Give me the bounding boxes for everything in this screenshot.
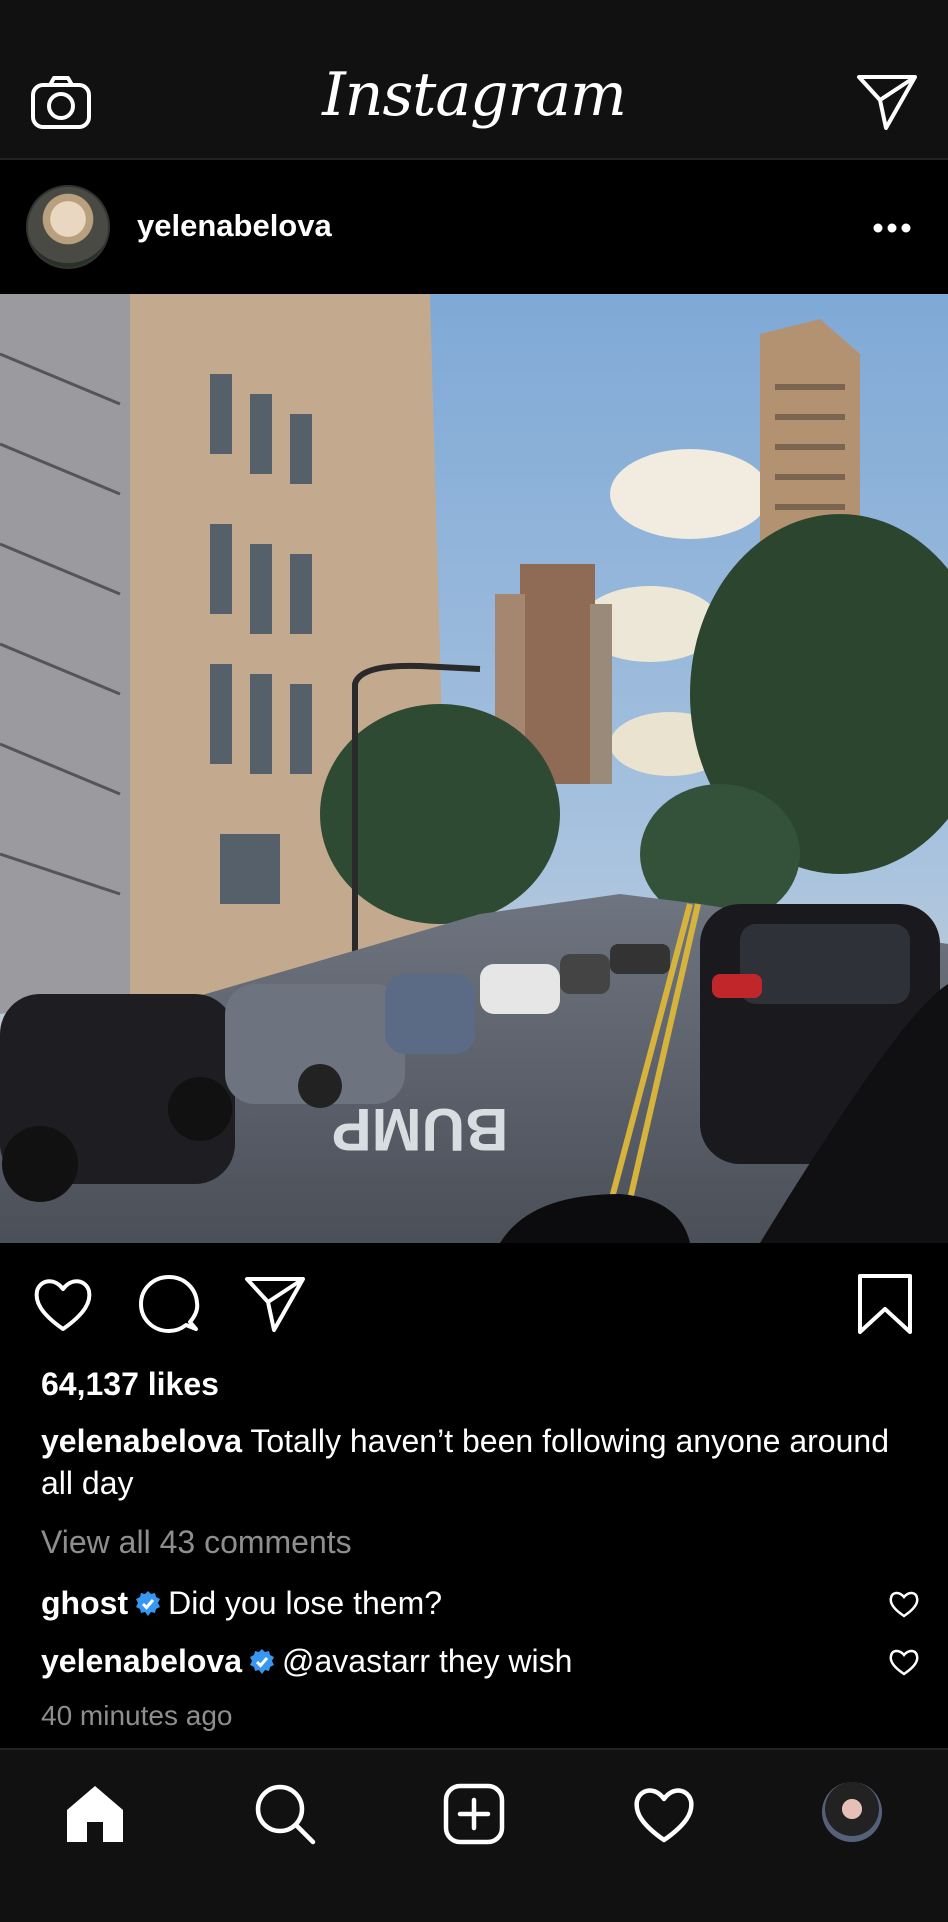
comment-like-heart-icon[interactable] — [888, 1647, 920, 1677]
road-marking: BUMP — [332, 1096, 509, 1163]
comment-username[interactable]: yelenabelova — [41, 1643, 242, 1679]
post-avatar[interactable] — [26, 185, 110, 269]
post-timestamp: 40 minutes ago — [41, 1700, 233, 1731]
home-icon[interactable] — [63, 1782, 127, 1846]
street-scene-image: BUMP — [0, 294, 948, 1243]
comment-like-heart-icon[interactable] — [888, 1589, 920, 1619]
comment-text: Did you lose them? — [168, 1585, 443, 1621]
search-icon[interactable] — [253, 1782, 317, 1846]
comment-row: yelenabelova @avastarr they wish — [41, 1643, 881, 1680]
likes-count[interactable]: 64,137 likes — [41, 1366, 219, 1403]
comment-username[interactable]: ghost — [41, 1585, 128, 1621]
verified-badge-icon — [136, 1591, 161, 1616]
view-all-comments-link[interactable]: View all 43 comments — [41, 1524, 352, 1561]
share-icon[interactable] — [244, 1273, 306, 1335]
comment-text: @avastarr they wish — [282, 1643, 573, 1679]
comment-icon[interactable] — [138, 1273, 200, 1335]
activity-heart-icon[interactable] — [632, 1782, 696, 1846]
bookmark-icon[interactable] — [854, 1273, 916, 1335]
caption-username[interactable]: yelenabelova — [41, 1423, 242, 1459]
top-bar: Instagram — [0, 0, 948, 158]
post-caption: yelenabelova Totally haven’t been follow… — [41, 1420, 911, 1504]
heart-icon[interactable] — [32, 1273, 94, 1335]
verified-badge-icon — [250, 1649, 274, 1674]
post-photo[interactable]: BUMP — [0, 294, 948, 1243]
more-options-icon[interactable] — [872, 222, 912, 234]
app-logo: Instagram — [322, 60, 627, 130]
bottom-nav — [0, 1748, 948, 1922]
new-post-icon[interactable] — [442, 1782, 506, 1846]
direct-send-icon[interactable] — [856, 72, 918, 132]
post-actions — [0, 1243, 948, 1363]
comment-row: ghost Did you lose them? — [41, 1585, 881, 1622]
profile-avatar[interactable] — [822, 1782, 882, 1842]
post-username[interactable]: yelenabelova — [137, 208, 332, 244]
post-header: yelenabelova — [0, 160, 948, 294]
